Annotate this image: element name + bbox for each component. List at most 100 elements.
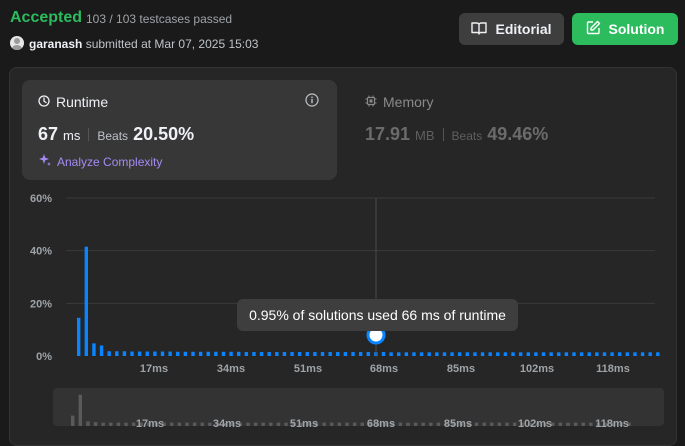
range-bar [406, 422, 410, 426]
bar[interactable] [404, 352, 409, 356]
bar[interactable] [305, 352, 309, 356]
bar[interactable] [458, 352, 462, 356]
bar[interactable] [488, 352, 492, 356]
bar[interactable] [526, 352, 530, 356]
range-bar [170, 422, 174, 426]
bar[interactable] [397, 352, 401, 356]
bar[interactable] [549, 352, 553, 356]
range-bar [124, 422, 128, 426]
bar[interactable] [320, 352, 325, 356]
bar[interactable] [259, 352, 264, 356]
bar[interactable] [313, 352, 317, 356]
bar[interactable] [343, 352, 348, 356]
bar[interactable] [541, 352, 546, 356]
bar[interactable] [465, 352, 470, 356]
bar[interactable] [442, 352, 447, 356]
range-bar [558, 422, 563, 426]
bar[interactable] [358, 352, 363, 356]
bar[interactable] [610, 352, 614, 356]
bar[interactable] [640, 352, 645, 356]
bar[interactable] [267, 352, 271, 356]
y-tick-label: 40% [30, 246, 52, 258]
bar[interactable] [511, 352, 515, 356]
bar[interactable] [176, 351, 180, 356]
bar[interactable] [130, 351, 134, 356]
bar[interactable] [366, 352, 370, 356]
bar[interactable] [351, 352, 355, 356]
x-tick-label: 118ms [596, 363, 630, 375]
bar[interactable] [419, 352, 424, 356]
range-bar [482, 422, 486, 426]
bar[interactable] [564, 352, 569, 356]
bar[interactable] [282, 352, 287, 356]
bar[interactable] [534, 352, 538, 356]
bar[interactable] [214, 351, 218, 356]
bar[interactable] [450, 352, 454, 356]
bar[interactable] [389, 352, 393, 356]
bar[interactable] [480, 352, 485, 356]
bar[interactable] [473, 352, 477, 356]
bar[interactable] [328, 352, 332, 356]
bar[interactable] [275, 352, 279, 356]
bar[interactable] [244, 352, 249, 356]
bar[interactable] [336, 352, 340, 356]
bar[interactable] [297, 352, 302, 356]
bar[interactable] [290, 352, 294, 356]
bar[interactable] [412, 352, 416, 356]
range-bar [337, 422, 342, 426]
bar[interactable] [625, 352, 630, 356]
bar[interactable] [183, 351, 188, 356]
bar[interactable] [579, 352, 584, 356]
bar[interactable] [496, 352, 500, 356]
range-bar [490, 422, 494, 426]
range-bar [505, 422, 509, 426]
bar[interactable] [427, 352, 431, 356]
range-bar [116, 422, 121, 426]
bar[interactable] [237, 351, 241, 356]
bar[interactable] [198, 351, 203, 356]
bar[interactable] [160, 351, 165, 356]
bar[interactable] [252, 352, 256, 356]
bar[interactable] [518, 352, 523, 356]
bar[interactable] [435, 352, 439, 356]
bar[interactable] [84, 246, 89, 356]
bar[interactable] [221, 351, 226, 356]
bar[interactable] [602, 352, 607, 356]
bar[interactable] [656, 352, 660, 356]
bar[interactable] [92, 343, 96, 356]
bar[interactable] [115, 351, 119, 356]
bar[interactable] [107, 351, 111, 356]
range-bar [177, 422, 182, 426]
bar[interactable] [587, 352, 591, 356]
range-bar [86, 421, 90, 426]
bar[interactable] [168, 351, 172, 356]
bar[interactable] [618, 352, 622, 356]
range-bar [192, 422, 197, 426]
bar[interactable] [153, 351, 157, 356]
bar[interactable] [206, 351, 210, 356]
range-bar [330, 422, 334, 426]
bar[interactable] [503, 352, 508, 356]
range-bar [253, 422, 258, 426]
bar[interactable] [595, 352, 599, 356]
bar[interactable] [191, 351, 195, 356]
runtime-distribution-chart[interactable]: 60% 40% 20% 0% 17ms 34ms 51ms 68ms 85ms 102ms 118… [0, 0, 685, 446]
bar[interactable] [557, 352, 561, 356]
bar[interactable] [572, 352, 576, 356]
range-bar [360, 422, 364, 426]
bar[interactable] [137, 351, 142, 356]
range-tick-label: 68ms [367, 418, 395, 430]
y-tick-label: 0% [36, 351, 52, 363]
range-bar [581, 422, 585, 426]
bar[interactable] [99, 345, 104, 356]
bar[interactable] [381, 352, 386, 356]
range-bar [101, 422, 105, 426]
bar[interactable] [122, 351, 127, 356]
bar[interactable] [648, 352, 652, 356]
range-bar [109, 422, 113, 426]
bar[interactable] [77, 317, 81, 356]
bar[interactable] [145, 351, 149, 356]
bar[interactable] [229, 351, 233, 356]
bar[interactable] [633, 352, 637, 356]
range-bar [512, 422, 517, 426]
